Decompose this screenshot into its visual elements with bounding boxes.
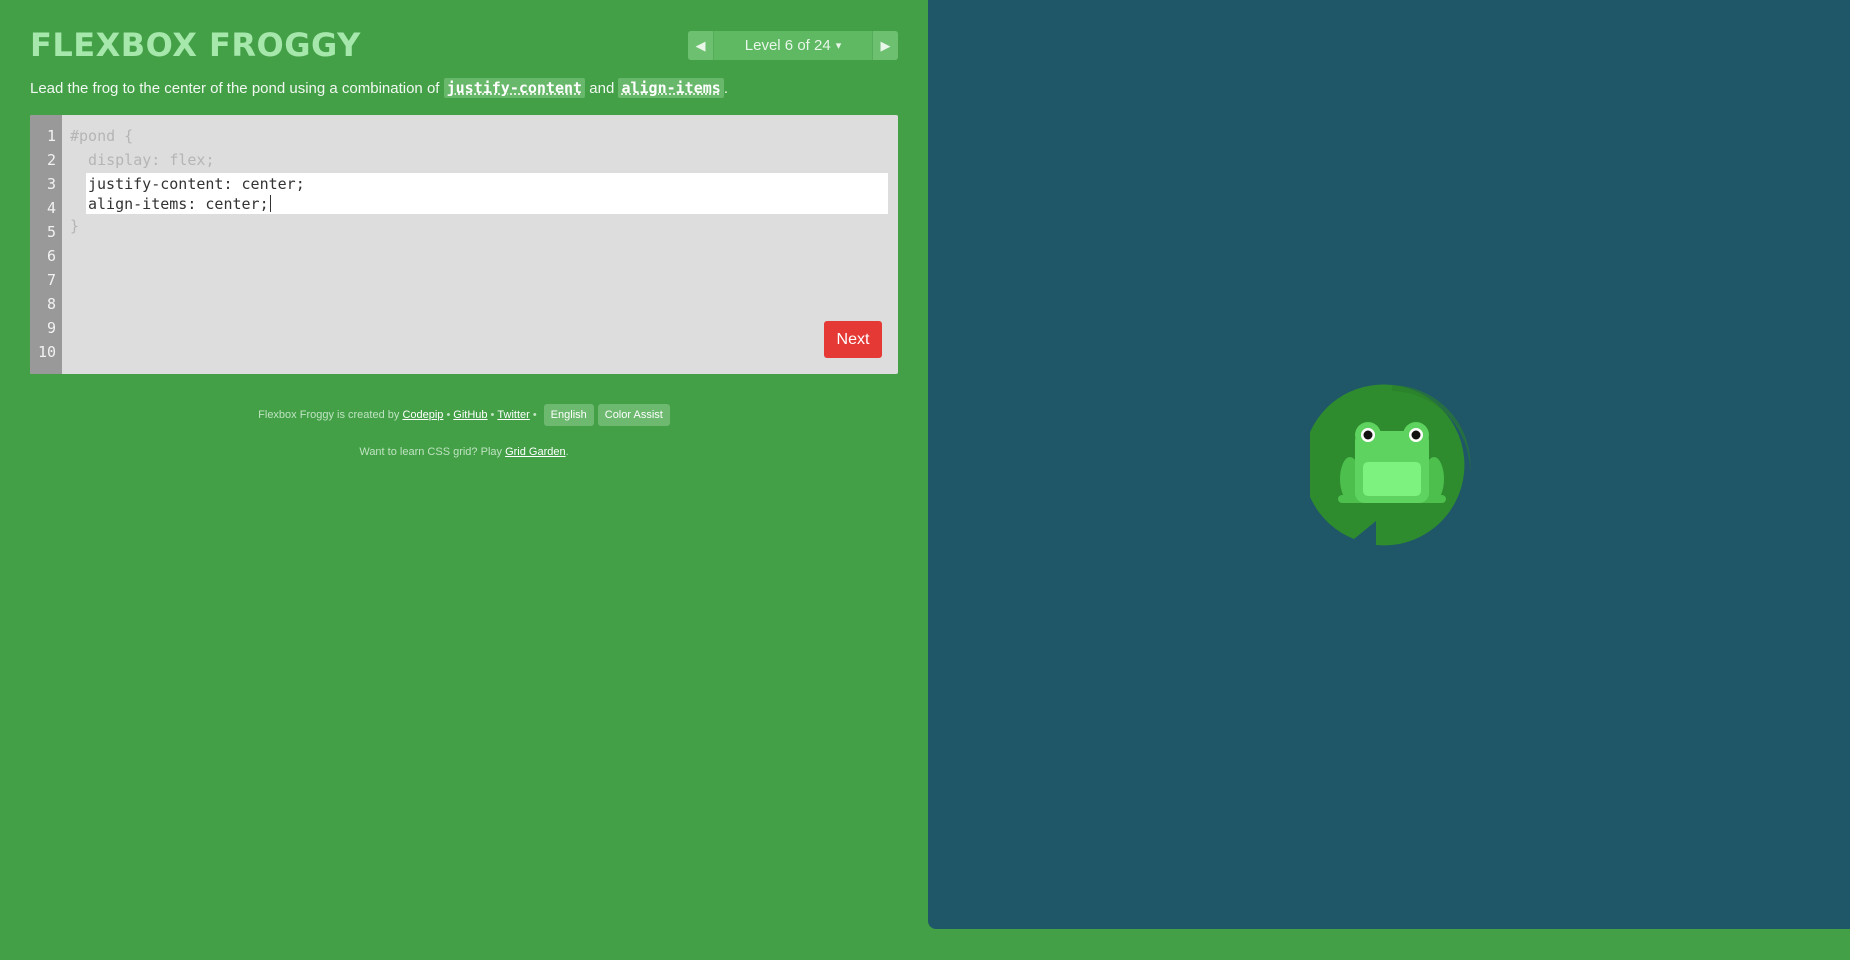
code-term-align-items[interactable]: align-items xyxy=(618,78,724,98)
credits: Flexbox Froggy is created by Codepip • Git… xyxy=(0,404,928,426)
triangle-left-icon: ◀ xyxy=(695,37,706,53)
code-line-display: display: flex; xyxy=(70,151,215,169)
pond xyxy=(928,0,1850,929)
lilypad-with-frog xyxy=(1310,384,1471,546)
text-cursor xyxy=(269,195,271,212)
codepip-link[interactable]: Codepip xyxy=(402,409,443,421)
next-level-button[interactable]: ▶ xyxy=(873,31,898,60)
line-number: 3 xyxy=(46,175,56,193)
answer-line: justify-content: center; xyxy=(88,175,305,193)
code-line-selector: #pond { xyxy=(70,127,134,145)
instructions-middle: and xyxy=(585,80,619,97)
instructions-prefix: Lead the frog to the center of the pond … xyxy=(30,80,444,97)
line-number: 6 xyxy=(46,247,56,265)
grid-garden-link[interactable]: Grid Garden xyxy=(505,446,566,458)
code-term-justify-content[interactable]: justify-content xyxy=(443,78,586,98)
answer-line: align-items: center; xyxy=(88,195,271,213)
caret-down-icon: ▾ xyxy=(835,40,842,52)
separator: • xyxy=(532,409,537,421)
line-number: 7 xyxy=(46,271,56,289)
level-indicator-dropdown[interactable]: Level 6 of 24 ▾ xyxy=(713,31,873,60)
promo-prefix: Want to learn CSS grid? Play xyxy=(359,446,506,458)
language-button[interactable]: English xyxy=(543,404,594,426)
line-number: 2 xyxy=(46,151,56,169)
credit-prefix: Flexbox Froggy is created by xyxy=(258,409,403,421)
line-number: 4 xyxy=(46,199,56,217)
code-line-closing-brace: } xyxy=(70,217,80,235)
line-number: 8 xyxy=(46,295,56,313)
line-number-gutter: 1 2 3 4 5 6 7 8 9 10 xyxy=(30,115,62,374)
level-instructions: Lead the frog to the center of the pond … xyxy=(30,78,910,98)
css-editor: 1 2 3 4 5 6 7 8 9 10 #pond { display: fl… xyxy=(30,115,898,374)
grid-garden-promo: Want to learn CSS grid? Play Grid Garden… xyxy=(0,446,928,458)
line-number: 5 xyxy=(46,223,56,241)
game-title: FLEXBOX FROGGY xyxy=(30,26,361,64)
twitter-link[interactable]: Twitter xyxy=(497,409,529,421)
line-number: 1 xyxy=(46,127,56,145)
next-button[interactable]: Next xyxy=(824,321,882,358)
level-navigation: ◀ Level 6 of 24 ▾ ▶ xyxy=(688,31,898,60)
separator: • xyxy=(446,409,451,421)
level-label: Level 6 of 24 xyxy=(744,37,831,54)
line-number: 10 xyxy=(37,343,56,361)
line-number: 9 xyxy=(46,319,56,337)
color-assist-button[interactable]: Color Assist xyxy=(597,404,670,426)
code-input[interactable]: justify-content: center; align-items: ce… xyxy=(86,173,888,214)
triangle-right-icon: ▶ xyxy=(880,37,891,53)
instructions-suffix: . xyxy=(723,80,728,97)
github-link[interactable]: GitHub xyxy=(453,409,487,421)
separator: • xyxy=(490,409,495,421)
sidebar: FLEXBOX FROGGY ◀ Level 6 of 24 ▾ ▶ Lead … xyxy=(0,0,928,960)
promo-suffix: . xyxy=(565,446,569,458)
previous-level-button[interactable]: ◀ xyxy=(688,31,713,60)
answer-line-text: align-items: center; xyxy=(88,195,269,213)
